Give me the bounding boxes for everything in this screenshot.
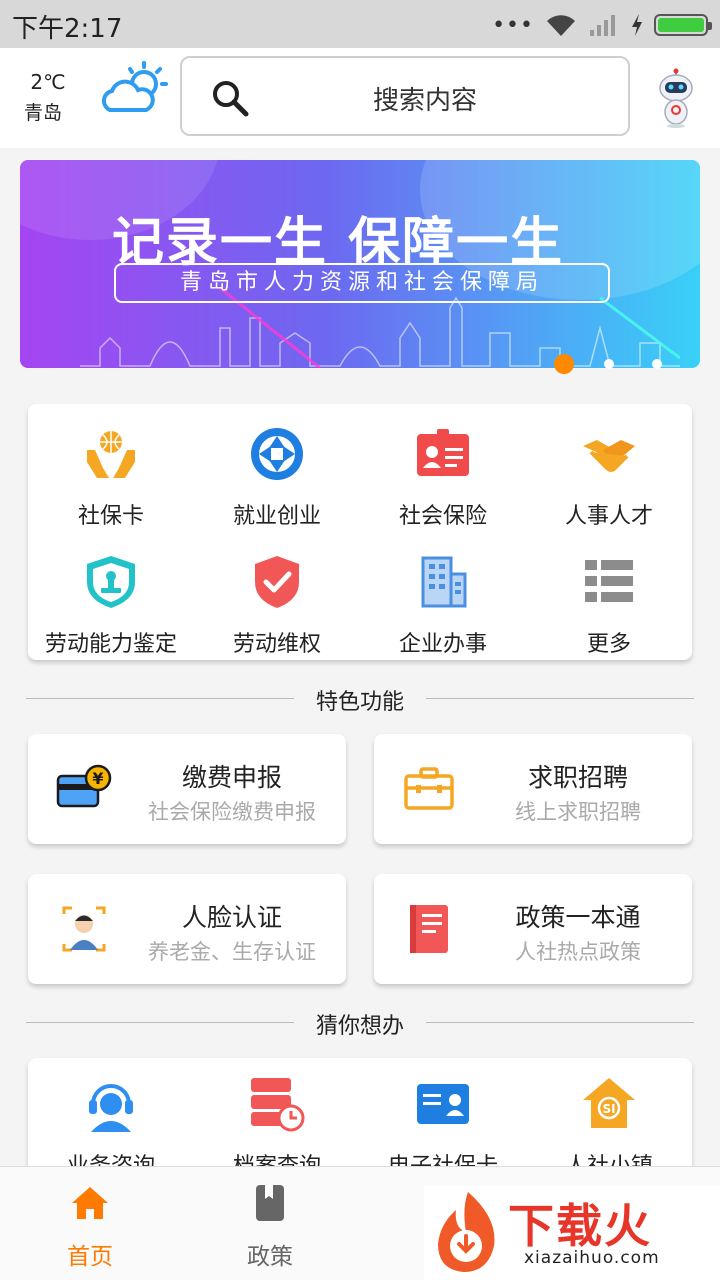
robot-assistant-icon[interactable]: [654, 68, 698, 128]
guess-archive[interactable]: 档案查询: [194, 1076, 360, 1180]
pagination-dot[interactable]: [652, 359, 662, 369]
battery-icon: [654, 14, 712, 36]
section-divider-featured: 特色功能: [26, 684, 694, 715]
service-label: 企业办事: [398, 632, 487, 657]
service-employment[interactable]: 就业创业: [194, 426, 360, 530]
search-box[interactable]: 搜索内容: [180, 56, 630, 136]
header: 2℃ 青岛 搜索内容: [0, 48, 720, 148]
service-label: 人事人才: [564, 504, 653, 529]
weather-cloud-sun-icon[interactable]: [98, 60, 170, 118]
pagination-dot-active[interactable]: [554, 354, 574, 374]
service-label: 更多: [586, 632, 631, 657]
service-insurance[interactable]: 社会保险: [360, 426, 526, 530]
signal-icon: [590, 15, 615, 36]
city-name: 青岛: [24, 102, 63, 124]
services-grid: 社保卡 就业创业 社会保险 人事人才 劳动能力鉴定 劳动维权 企业办事 更多: [28, 404, 692, 660]
watermark-brand: 下载火: [508, 1199, 652, 1253]
section-divider-guess: 猜你想办: [26, 1008, 694, 1039]
more-dots-icon: •••: [492, 12, 534, 38]
section-title: 特色功能: [315, 690, 404, 715]
feature-job-recruit[interactable]: 求职招聘 线上求职招聘: [374, 734, 692, 844]
feature-subtitle: 线上求职招聘: [515, 800, 641, 824]
id-card-icon: [417, 429, 469, 476]
status-icons: •••: [492, 10, 712, 40]
feature-title: 缴费申报: [181, 763, 282, 792]
guess-ecard[interactable]: 电子社保卡: [360, 1076, 526, 1180]
feature-subtitle: 社会保险缴费申报: [148, 800, 316, 824]
nav-home[interactable]: 首页: [45, 1183, 135, 1271]
service-social-card[interactable]: 社保卡: [28, 426, 194, 530]
nav-policy[interactable]: 政策: [225, 1183, 315, 1271]
section-title: 猜你想办: [315, 1014, 404, 1039]
shield-stamp-icon: [87, 556, 135, 608]
feature-subtitle: 养老金、生存认证: [148, 940, 316, 964]
guess-town[interactable]: SI 人社小镇: [526, 1076, 692, 1180]
watermark-logo: 下载火 xiazaihuo.com: [424, 1186, 720, 1280]
service-more[interactable]: 更多: [526, 554, 692, 658]
list-icon: [585, 560, 633, 602]
wifi-icon: [547, 15, 575, 37]
shield-check-icon: [255, 556, 299, 608]
building-icon: [421, 556, 467, 608]
nav-label: 政策: [247, 1244, 293, 1270]
handshake-icon: [583, 440, 635, 472]
pagination-dot[interactable]: [604, 359, 614, 369]
service-label: 就业创业: [232, 504, 321, 529]
banner-pagination: [554, 354, 700, 374]
guess-consult[interactable]: 业务咨询: [28, 1076, 194, 1180]
feature-payment-declaration[interactable]: ¥ 缴费申报 社会保险缴费申报: [28, 734, 346, 844]
watermark-url: xiazaihuo.com: [524, 1248, 660, 1268]
feature-title: 求职招聘: [527, 763, 628, 792]
feature-subtitle: 人社热点政策: [515, 940, 641, 964]
banner-subtitle: 青岛市人力资源和社会保障局: [114, 263, 610, 303]
service-enterprise[interactable]: 企业办事: [360, 554, 526, 658]
temperature: 2℃: [30, 70, 66, 94]
feature-title: 政策一本通: [515, 903, 641, 932]
e-card-icon: [417, 1084, 469, 1124]
service-labor-rights[interactable]: 劳动维权: [194, 554, 360, 658]
svg-text:SI: SI: [602, 1102, 615, 1116]
headset-icon: [89, 1084, 133, 1132]
service-label: 社会保险: [398, 504, 487, 529]
flame-logo-icon: [438, 1192, 495, 1272]
archive-clock-icon: [251, 1078, 305, 1132]
service-label: 劳动能力鉴定: [44, 632, 177, 657]
hands-globe-icon: [87, 431, 135, 478]
feature-title: 人脸认证: [181, 903, 282, 932]
promo-banner[interactable]: 记录一生 保障一生 青岛市人力资源和社会保障局: [20, 160, 700, 368]
service-personnel[interactable]: 人事人才: [526, 426, 692, 530]
house-si-icon: SI: [583, 1078, 635, 1128]
nav-label: 首页: [67, 1244, 113, 1270]
charging-icon: [632, 14, 642, 36]
status-time: 下午2:17: [12, 14, 123, 44]
feature-policy-book[interactable]: 政策一本通 人社热点政策: [374, 874, 692, 984]
book-nav-icon: [256, 1185, 284, 1221]
service-label: 劳动维权: [232, 632, 321, 657]
feature-face-auth[interactable]: 人脸认证 养老金、生存认证: [28, 874, 346, 984]
status-bar: 下午2:17 •••: [0, 0, 720, 48]
aperture-icon: [251, 428, 303, 480]
search-placeholder: 搜索内容: [372, 86, 477, 116]
home-icon: [72, 1187, 108, 1219]
service-labor-ability[interactable]: 劳动能力鉴定: [28, 554, 194, 658]
service-label: 社保卡: [77, 504, 144, 529]
